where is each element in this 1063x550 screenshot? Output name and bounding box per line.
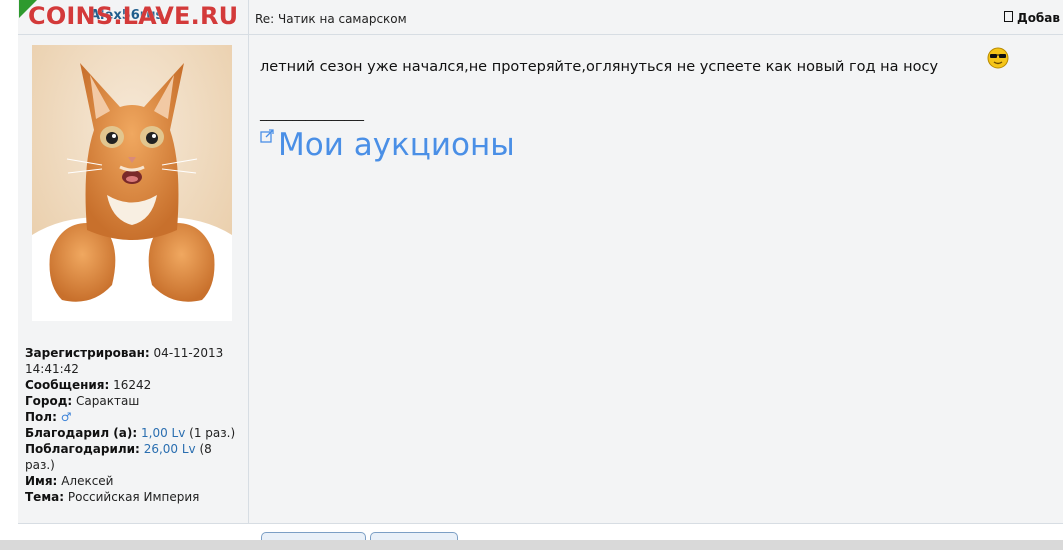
profile-name: Имя: Алексей — [25, 473, 240, 489]
cool-smiley-icon — [987, 47, 1009, 69]
profile-messages: Сообщения: 16242 — [25, 377, 240, 393]
male-icon: ♂ — [60, 410, 72, 424]
profile-gender: Пол: ♂ — [25, 409, 240, 425]
author-profile-info: Зарегистрирован: 04-11-2013 14:41:42 Соо… — [25, 345, 240, 505]
profile-registered: Зарегистрирован: 04-11-2013 14:41:42 — [25, 345, 240, 377]
cat-avatar-image — [32, 45, 232, 321]
avatar — [32, 45, 232, 321]
site-watermark: COINS.LAVE.RU — [28, 2, 239, 30]
add-button[interactable]: Добав — [1004, 11, 1060, 25]
forum-post: Alex56rus Re: Чатик на самарском Добав З… — [18, 0, 1063, 542]
name-label: Имя: — [25, 474, 58, 488]
city-label: Город: — [25, 394, 73, 408]
horizontal-scrollbar[interactable] — [0, 540, 1063, 550]
was-thanked-label: Поблагодарили: — [25, 442, 140, 456]
profile-topic: Тема: Российская Империя — [25, 489, 240, 505]
auctions-link-label: Мои аукционы — [278, 127, 515, 163]
profile-city: Город: Саракташ — [25, 393, 240, 409]
external-link-icon — [260, 129, 274, 143]
post-content: летний сезон уже начался,не протеряйте,о… — [249, 35, 1063, 523]
thanked-amount-link[interactable]: 1,00 Lv — [141, 426, 185, 440]
was-thanked-amount-link[interactable]: 26,00 Lv — [144, 442, 196, 456]
add-button-label: Добав — [1017, 11, 1061, 25]
post-footer — [18, 523, 1063, 542]
gender-label: Пол: — [25, 410, 57, 424]
auctions-link[interactable]: Мои аукционы — [260, 127, 515, 163]
topic-value: Российская Империя — [67, 490, 200, 504]
author-sidebar: Зарегистрирован: 04-11-2013 14:41:42 Соо… — [18, 35, 249, 523]
post-subject: Re: Чатик на самарском — [255, 12, 407, 26]
post-message: летний сезон уже начался,не протеряйте,о… — [260, 59, 939, 75]
registered-label: Зарегистрирован: — [25, 346, 150, 360]
name-value: Алексей — [61, 474, 114, 488]
profile-thanked: Благодарил (а): 1,00 Lv (1 раз.) — [25, 425, 240, 441]
profile-was-thanked: Поблагодарили: 26,00 Lv (8 раз.) — [25, 441, 240, 473]
signature-separator: ________________ — [260, 107, 364, 122]
city-value: Саракташ — [76, 394, 140, 408]
thanked-label: Благодарил (а): — [25, 426, 138, 440]
left-page-edge — [0, 0, 19, 540]
thanked-count: (1 раз.) — [189, 426, 236, 440]
page-icon — [1004, 11, 1013, 22]
messages-value: 16242 — [113, 378, 152, 392]
messages-label: Сообщения: — [25, 378, 110, 392]
topic-label: Тема: — [25, 490, 65, 504]
